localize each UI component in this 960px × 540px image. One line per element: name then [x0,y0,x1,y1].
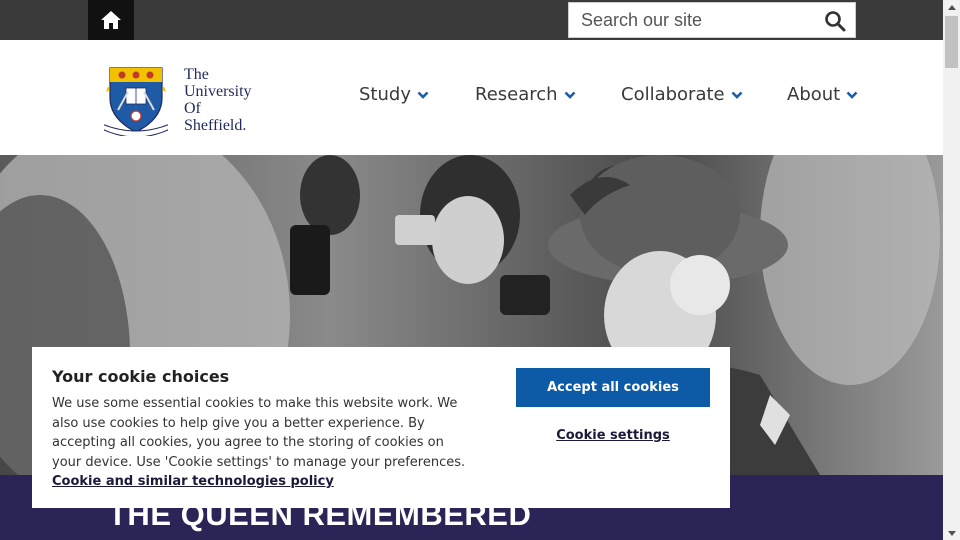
scroll-down-icon [947,530,956,536]
nav-item-research[interactable]: Research [475,84,576,105]
nav-item-collaborate[interactable]: Collaborate [621,84,743,105]
scroll-down-arrow[interactable] [943,526,960,540]
wordmark-line: Sheffield. [184,117,247,134]
cookie-dialog-body: We use some essential cookies to make th… [52,394,472,492]
page: The University Of Sheffield. Study Resea… [0,0,943,540]
nav-item-study[interactable]: Study [359,84,429,105]
nav-item-label: Collaborate [621,84,725,105]
cookie-dialog: Your cookie choices We use some essentia… [32,347,730,508]
chevron-down-icon [417,91,429,99]
home-button[interactable] [88,0,134,40]
vertical-scrollbar[interactable] [943,0,960,540]
cookie-policy-link[interactable]: Cookie and similar technologies policy [52,474,334,489]
utility-bar [0,0,943,40]
search-button[interactable] [823,9,847,33]
search-input[interactable] [569,3,817,37]
nav-item-label: About [787,84,841,105]
wordmark-line: The [184,66,209,83]
wordmark: The University Of Sheffield. [184,66,252,134]
nav-item-label: Study [359,84,411,105]
scroll-up-icon [947,4,956,10]
nav-item-label: Research [475,84,558,105]
site-header: The University Of Sheffield. Study Resea… [0,40,943,155]
scroll-up-arrow[interactable] [943,0,960,14]
chevron-down-icon [846,91,858,99]
university-logo[interactable]: The University Of Sheffield. [104,64,274,136]
cookie-body-text: We use some essential cookies to make th… [52,396,466,470]
accept-all-cookies-button[interactable]: Accept all cookies [516,368,710,407]
nav-item-about[interactable]: About [787,84,858,105]
scrollbar-thumb[interactable] [945,16,958,68]
cookie-dialog-title: Your cookie choices [52,367,230,386]
cookie-settings-button[interactable]: Cookie settings [516,423,710,447]
wordmark-line: Of [184,100,201,117]
wordmark-line: University [184,83,252,100]
search-icon [825,11,846,32]
crest-icon [104,67,168,136]
chevron-down-icon [731,91,743,99]
home-icon [101,11,121,29]
chevron-down-icon [564,91,575,99]
search-box [568,2,856,38]
